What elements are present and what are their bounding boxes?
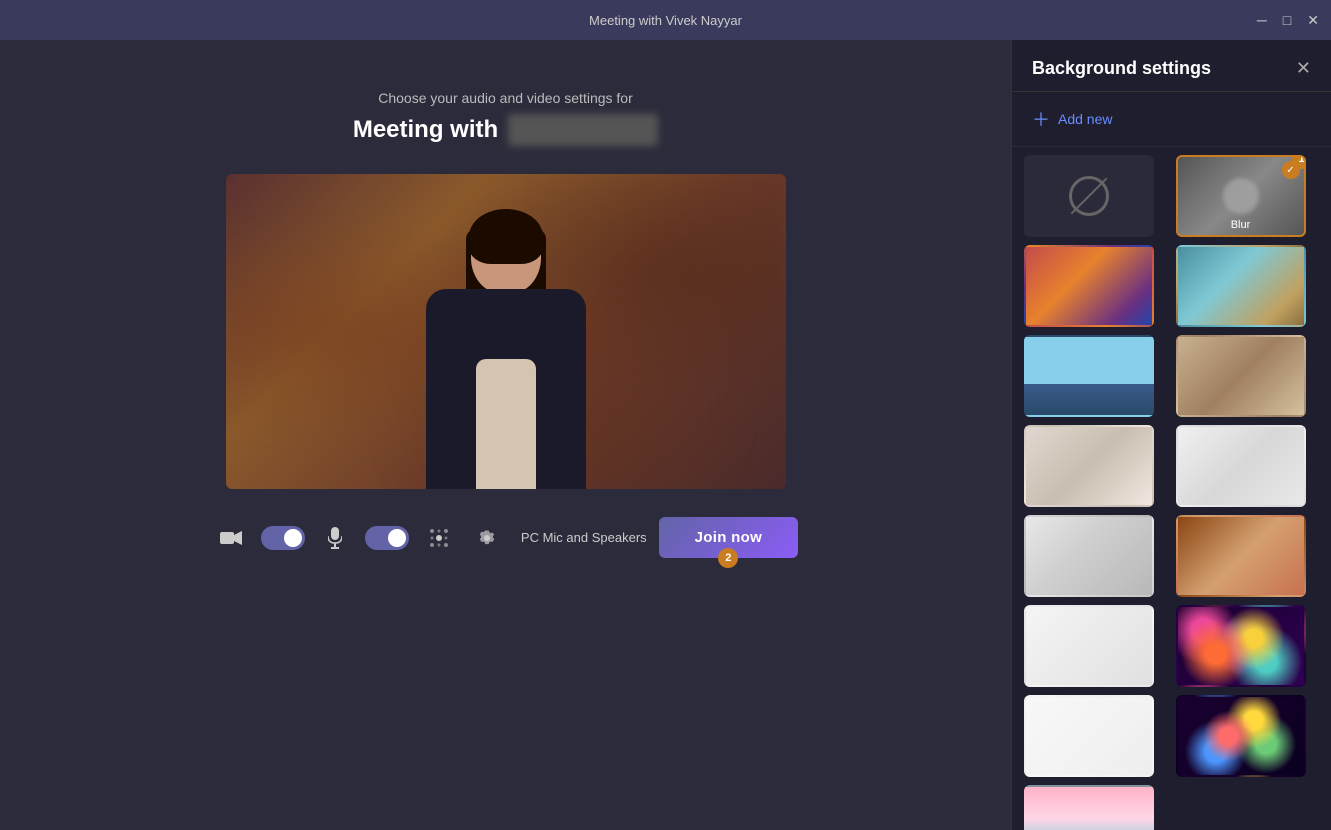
title-bar: Meeting with Vivek Nayyar ─ □ ✕: [0, 0, 1331, 40]
panel-header: Background settings ✕: [1012, 40, 1331, 92]
background-skyline[interactable]: [1024, 335, 1154, 417]
camera-icon[interactable]: [213, 520, 249, 556]
background-room-1[interactable]: [1024, 425, 1154, 507]
no-bg-icon: [1069, 176, 1109, 216]
background-white-room[interactable]: [1024, 695, 1154, 777]
background-bedroom[interactable]: [1024, 515, 1154, 597]
maximize-button[interactable]: □: [1283, 13, 1291, 27]
mic-icon[interactable]: [317, 520, 353, 556]
meeting-with-label: Meeting with: [353, 116, 498, 144]
person-hair: [469, 209, 543, 264]
background-none[interactable]: [1024, 155, 1154, 237]
background-office-1[interactable]: [1176, 245, 1306, 327]
mic-toggle[interactable]: [365, 526, 409, 550]
blur-preview-circle: [1223, 178, 1259, 214]
background-bridge[interactable]: [1024, 785, 1154, 830]
blur-label: Blur: [1231, 219, 1251, 231]
add-icon: ＋: [1032, 106, 1050, 132]
mic-toggle-knob: [388, 529, 406, 547]
person-figure: [396, 199, 616, 489]
background-lounge[interactable]: [1176, 515, 1306, 597]
choose-text: Choose your audio and video settings for: [378, 90, 633, 106]
add-new-label: Add new: [1058, 111, 1112, 127]
minimize-button[interactable]: ─: [1257, 13, 1267, 27]
meeting-name-redacted: [508, 114, 658, 146]
video-toggle-knob: [284, 529, 302, 547]
person-shirt: [476, 359, 536, 489]
background-colorful-1[interactable]: [1024, 245, 1154, 327]
video-toggle[interactable]: [261, 526, 305, 550]
background-balloons-1[interactable]: [1176, 605, 1306, 687]
background-settings-panel: Background settings ✕ ＋ Add new Blur ✓ 1: [1011, 40, 1331, 830]
background-blur[interactable]: Blur ✓ 1: [1176, 155, 1306, 237]
close-button[interactable]: ✕: [1307, 13, 1319, 27]
background-interior-1[interactable]: [1176, 335, 1306, 417]
main-layout: Choose your audio and video settings for…: [0, 40, 1331, 830]
audio-label: PC Mic and Speakers: [521, 530, 647, 545]
video-preview: [226, 174, 786, 489]
effects-icon[interactable]: [421, 520, 457, 556]
panel-title: Background settings: [1032, 58, 1211, 79]
window-controls: ─ □ ✕: [1257, 13, 1319, 27]
background-plain-1[interactable]: [1024, 605, 1154, 687]
background-room-2[interactable]: [1176, 425, 1306, 507]
background-grid: Blur ✓ 1: [1012, 147, 1331, 830]
join-badge: 2: [718, 548, 738, 568]
panel-close-button[interactable]: ✕: [1296, 58, 1311, 79]
background-balloons-2[interactable]: [1176, 695, 1306, 777]
settings-icon[interactable]: [469, 520, 505, 556]
controls-bar: PC Mic and Speakers Join now 2: [193, 507, 818, 568]
window-title: Meeting with Vivek Nayyar: [589, 13, 742, 28]
center-area: Choose your audio and video settings for…: [0, 40, 1011, 830]
add-new-button[interactable]: ＋ Add new: [1012, 92, 1331, 147]
meeting-title-row: Meeting with: [353, 114, 658, 146]
join-button-container: Join now 2: [659, 517, 798, 558]
